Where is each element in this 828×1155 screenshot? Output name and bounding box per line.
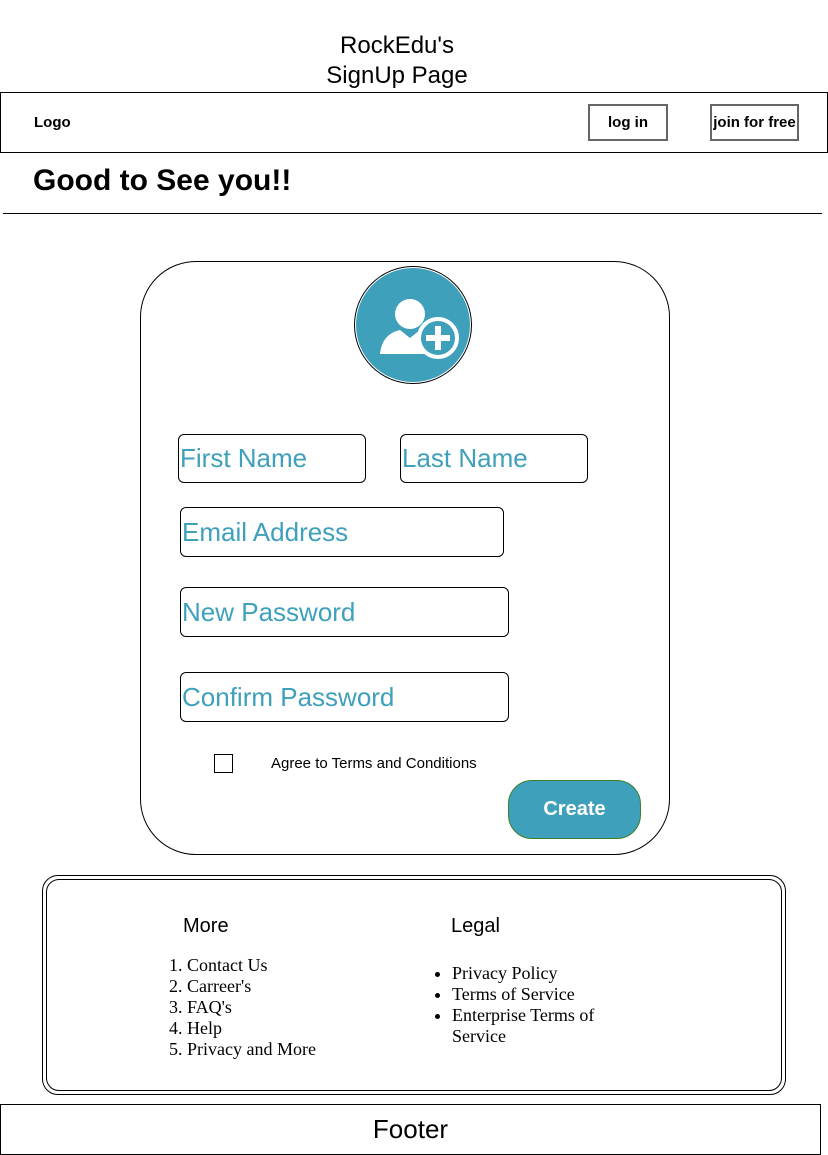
legal-list: Privacy Policy Terms of Service Enterpri… <box>452 963 632 1047</box>
more-item[interactable]: Carreer's <box>187 976 316 997</box>
footer-links-box-inner <box>46 879 782 1091</box>
more-item[interactable]: Privacy and More <box>187 1039 316 1060</box>
legal-item[interactable]: Terms of Service <box>452 984 632 1005</box>
footer-bar: Footer <box>0 1104 821 1155</box>
more-item[interactable]: Contact Us <box>187 955 316 976</box>
login-button[interactable]: log in <box>588 104 668 141</box>
legal-heading: Legal <box>451 915 500 937</box>
terms-checkbox[interactable] <box>214 754 233 773</box>
divider <box>3 213 822 214</box>
email-input[interactable] <box>180 507 504 557</box>
last-name-input[interactable] <box>400 434 588 483</box>
terms-label: Agree to Terms and Conditions <box>271 755 477 772</box>
page-title-line1: RockEdu's <box>340 32 454 59</box>
new-password-input[interactable] <box>180 587 509 637</box>
more-heading: More <box>183 915 229 937</box>
add-user-icon <box>380 299 459 359</box>
legal-item[interactable]: Privacy Policy <box>452 963 632 984</box>
greeting-heading: Good to See you!! <box>33 164 292 197</box>
add-user-avatar[interactable] <box>356 268 470 382</box>
navbar <box>0 92 828 153</box>
legal-item[interactable]: Enterprise Terms of Service <box>452 1005 632 1047</box>
more-item[interactable]: FAQ's <box>187 997 316 1018</box>
first-name-input[interactable] <box>178 434 366 483</box>
join-for-free-button[interactable]: join for free <box>710 104 799 141</box>
page-title: RockEdu's SignUp Page <box>0 31 794 91</box>
logo[interactable]: Logo <box>34 114 71 131</box>
confirm-password-input[interactable] <box>180 672 509 722</box>
page-title-line2: SignUp Page <box>326 62 468 89</box>
more-list: Contact Us Carreer's FAQ's Help Privacy … <box>187 955 316 1060</box>
more-item[interactable]: Help <box>187 1018 316 1039</box>
create-button[interactable]: Create <box>508 780 641 839</box>
